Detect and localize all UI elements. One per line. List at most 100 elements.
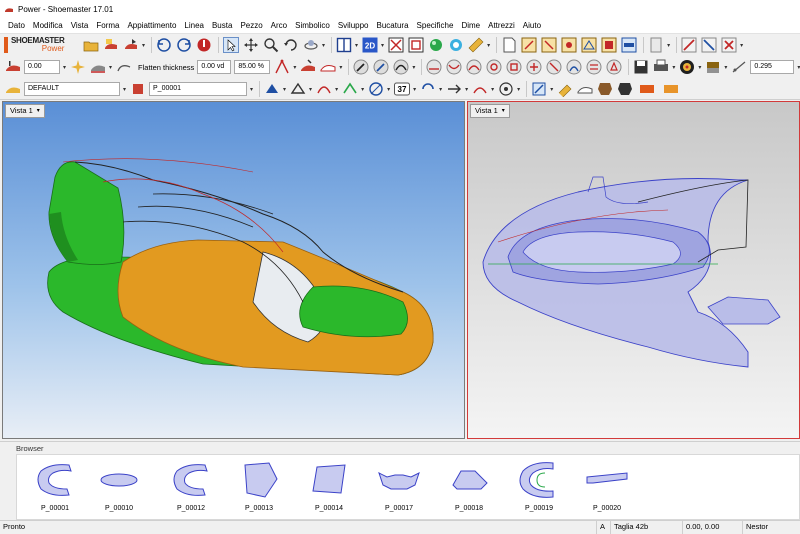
browser-piece[interactable]: P_00010: [89, 457, 149, 517]
piece-select[interactable]: P_00001: [149, 82, 248, 96]
edit-tool-1-icon[interactable]: [530, 80, 548, 98]
menu-vista[interactable]: Vista: [67, 18, 93, 34]
dropdown-arrow-icon[interactable]: ▾: [322, 42, 325, 49]
stamp-orange-icon[interactable]: [660, 80, 682, 98]
new-page-icon[interactable]: [500, 36, 518, 54]
dropdown-arrow-icon[interactable]: ▾: [355, 42, 358, 49]
viewport-3d[interactable]: Vista 1 ▾: [2, 101, 465, 439]
browser-piece[interactable]: P_00013: [229, 457, 289, 517]
flatten-icon[interactable]: [115, 58, 133, 76]
tool-delete-icon[interactable]: [720, 36, 738, 54]
undo-icon[interactable]: [155, 36, 173, 54]
shape-tool-10-icon[interactable]: [605, 58, 623, 76]
dropdown-arrow-icon[interactable]: ▾: [387, 86, 390, 93]
menu-aiuto[interactable]: Aiuto: [519, 18, 545, 34]
draw-tool-9-icon[interactable]: [497, 80, 515, 98]
dropdown-arrow-icon[interactable]: ▾: [667, 42, 670, 49]
last-edit-icon[interactable]: [299, 58, 317, 76]
dropdown-arrow-icon[interactable]: ▾: [517, 86, 520, 93]
shape-tool-2-icon[interactable]: [445, 58, 463, 76]
shape-tool-1-icon[interactable]: [425, 58, 443, 76]
draw-tool-7-icon[interactable]: [445, 80, 463, 98]
document-icon[interactable]: [647, 36, 665, 54]
dropdown-arrow-icon[interactable]: ▾: [283, 86, 286, 93]
shape-tool-5-icon[interactable]: [505, 58, 523, 76]
dropdown-arrow-icon[interactable]: ▾: [724, 64, 727, 71]
tool-cut-icon[interactable]: [680, 36, 698, 54]
nest-icon[interactable]: [600, 36, 618, 54]
thickness-icon[interactable]: [4, 58, 22, 76]
draw-tool-1-icon[interactable]: [263, 80, 281, 98]
browser-piece[interactable]: P_00020: [577, 457, 637, 517]
menu-bucatura[interactable]: Bucatura: [373, 18, 413, 34]
percent-field[interactable]: 85.00 %: [234, 60, 271, 74]
shape-tool-4-icon[interactable]: [485, 58, 503, 76]
viewport-left-tab[interactable]: Vista 1 ▾: [5, 104, 45, 118]
layer-select[interactable]: DEFAULT: [24, 82, 120, 96]
dropdown-arrow-icon[interactable]: ▾: [465, 86, 468, 93]
menu-pezzo[interactable]: Pezzo: [236, 18, 266, 34]
pen-spline-icon[interactable]: [392, 58, 410, 76]
shape-tool-7-icon[interactable]: [545, 58, 563, 76]
shoe-export-icon[interactable]: [122, 36, 140, 54]
draw-tool-6-icon[interactable]: [419, 80, 437, 98]
split-view-icon[interactable]: [335, 36, 353, 54]
number-badge[interactable]: 37: [393, 80, 411, 98]
dropdown-arrow-icon[interactable]: ▾: [63, 64, 66, 71]
dropdown-arrow-icon[interactable]: ▾: [293, 64, 296, 71]
shape-tool-6-icon[interactable]: [525, 58, 543, 76]
shape-tool-8-icon[interactable]: [565, 58, 583, 76]
dropdown-arrow-icon[interactable]: ▾: [142, 42, 145, 49]
save-shoe-icon[interactable]: [102, 36, 120, 54]
browser-piece[interactable]: P_00012: [161, 457, 221, 517]
shape-tool-9-icon[interactable]: [585, 58, 603, 76]
dropdown-arrow-icon[interactable]: ▾: [698, 64, 701, 71]
viewport-right-dropdown-icon[interactable]: ▾: [502, 105, 505, 117]
flatten-shoe-icon[interactable]: [89, 58, 107, 76]
orbit-icon[interactable]: [302, 36, 320, 54]
menu-attrezzi[interactable]: Attrezzi: [484, 18, 519, 34]
fringe-icon[interactable]: [704, 58, 722, 76]
stamp-icon[interactable]: [520, 36, 538, 54]
dropdown-arrow-icon[interactable]: ▾: [361, 86, 364, 93]
open-folder-icon[interactable]: [82, 36, 100, 54]
dropdown-arrow-icon[interactable]: ▾: [550, 86, 553, 93]
menu-forma[interactable]: Forma: [92, 18, 123, 34]
menu-simbolico[interactable]: Simbolico: [291, 18, 334, 34]
flatten-thickness-field[interactable]: 0.00 vd: [197, 60, 232, 74]
draw-tool-5-icon[interactable]: [367, 80, 385, 98]
menu-modifica[interactable]: Modifica: [29, 18, 67, 34]
viewport-left-dropdown-icon[interactable]: ▾: [37, 105, 40, 117]
render-icon[interactable]: [427, 36, 445, 54]
draw-tool-2-icon[interactable]: [289, 80, 307, 98]
dropdown-arrow-icon[interactable]: ▾: [412, 64, 415, 71]
tolerance-field[interactable]: 0.295: [750, 60, 795, 74]
tolerance-icon[interactable]: [730, 58, 748, 76]
browser-piece[interactable]: P_00001: [25, 457, 85, 517]
menu-linea[interactable]: Linea: [180, 18, 208, 34]
browser-piece[interactable]: P_00014: [299, 457, 359, 517]
menu-sviluppo[interactable]: Sviluppo: [334, 18, 373, 34]
browser-piece[interactable]: P_00018: [439, 457, 499, 517]
dropdown-arrow-icon[interactable]: ▾: [487, 42, 490, 49]
pen-tool-icon[interactable]: [352, 58, 370, 76]
lighting-icon[interactable]: [447, 36, 465, 54]
draw-tool-4-icon[interactable]: [341, 80, 359, 98]
viewport-2d[interactable]: Vista 1 ▾: [467, 101, 800, 439]
zoom-box-icon[interactable]: [407, 36, 425, 54]
mark-icon[interactable]: [560, 36, 578, 54]
menu-busta[interactable]: Busta: [208, 18, 236, 34]
dxf-export-icon[interactable]: [620, 36, 638, 54]
save-floppy-icon[interactable]: [632, 58, 650, 76]
fit-view-icon[interactable]: [387, 36, 405, 54]
target-icon[interactable]: [678, 58, 696, 76]
menu-dime[interactable]: Dime: [457, 18, 484, 34]
leather-dark-icon[interactable]: [616, 80, 634, 98]
menu-arco[interactable]: Arco: [267, 18, 291, 34]
select-arrow-icon[interactable]: [222, 36, 240, 54]
menu-appiattimento[interactable]: Appiattimento: [123, 18, 180, 34]
edit-tool-3-icon[interactable]: [576, 80, 594, 98]
print-preview-icon[interactable]: [652, 58, 670, 76]
browser-piece[interactable]: P_00017: [369, 457, 429, 517]
draw-tool-8-icon[interactable]: [471, 80, 489, 98]
